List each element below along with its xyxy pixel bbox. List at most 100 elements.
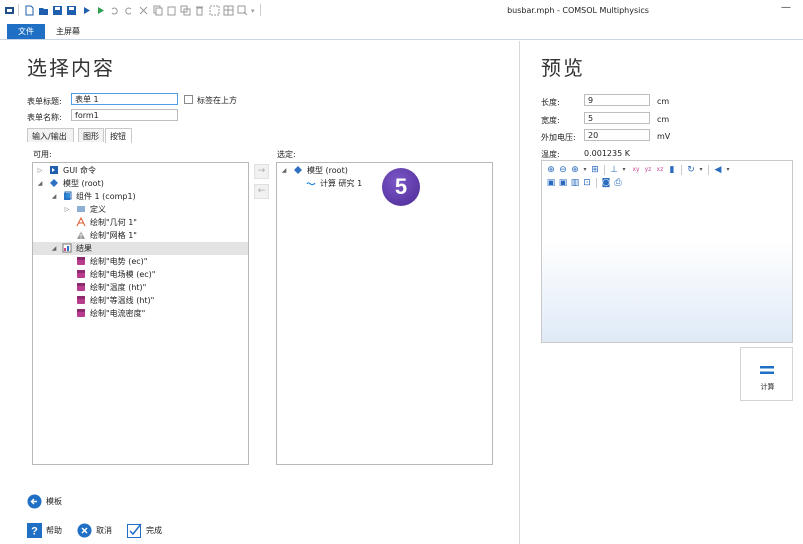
cancel-button[interactable]: 取消 <box>77 523 122 539</box>
graphics-window[interactable]: ⊕ ⊖ ⊕ ▾ ⊞ ⊥ ▾ xy yz xz ▮ ↻ ▾ ◀ ▾ ▣ ▣ ▥ ⊡… <box>541 160 793 343</box>
length-unit: cm <box>657 97 670 106</box>
paste-icon[interactable] <box>166 5 177 16</box>
tab-input-output[interactable]: 输入/输出 <box>27 128 74 142</box>
undo-icon[interactable] <box>109 5 120 16</box>
select-domains-icon[interactable]: ▣ <box>558 178 568 188</box>
form-title-label: 表单标题: <box>27 97 62 106</box>
width-input[interactable]: 5 <box>584 112 650 124</box>
view-xy-icon[interactable]: xy <box>631 165 641 175</box>
wireframe-icon[interactable]: ⊡ <box>582 178 592 188</box>
tree-item-gui-commands[interactable]: ▷ GUI 命令 <box>33 164 248 177</box>
collapse-arrow-icon[interactable]: ◢ <box>280 164 288 177</box>
tab-home[interactable]: 主屏幕 <box>48 24 88 39</box>
help-button[interactable]: ? 帮助 <box>27 523 72 539</box>
tree-item-plot-mesh[interactable]: 绘制"网格 1" <box>33 229 248 242</box>
tree-item-label: 模型 (root) <box>63 179 104 188</box>
cancel-icon <box>77 523 92 538</box>
rotate-icon[interactable]: ↻ <box>686 165 696 175</box>
tree-item-label: 计算 研究 1 <box>320 179 363 188</box>
zoom-dropdown-icon[interactable]: ▾ <box>580 165 590 175</box>
comsol-logo-icon <box>5 7 14 14</box>
preview-title: 预览 <box>541 56 585 80</box>
toolbar-divider <box>604 165 605 175</box>
copy-icon[interactable] <box>152 5 163 16</box>
tabs-on-top-checkbox[interactable] <box>184 95 193 104</box>
camera-icon[interactable]: ◙ <box>601 178 611 188</box>
template-button[interactable]: 模板 <box>27 494 87 510</box>
run-icon[interactable] <box>81 5 92 16</box>
help-icon: ? <box>27 523 42 538</box>
duplicate-icon[interactable] <box>180 5 191 16</box>
delete-icon[interactable] <box>194 5 205 16</box>
move-right-button[interactable]: → <box>254 164 269 179</box>
tree-item-plot-electric-field[interactable]: 绘制"电场模 (ec)" <box>33 268 248 281</box>
preview-icon[interactable] <box>237 5 248 16</box>
expand-arrow-icon[interactable]: ▷ <box>63 203 71 216</box>
minimize-button[interactable]: — <box>778 2 794 18</box>
tab-graphics[interactable]: 图形 <box>78 128 104 142</box>
template-label: 模板 <box>46 497 62 506</box>
tree-item-model-root[interactable]: ◢ 模型 (root) <box>33 177 248 190</box>
view-dropdown-icon[interactable]: ▾ <box>619 165 629 175</box>
grid-icon[interactable] <box>223 5 234 16</box>
toolbar-divider <box>260 4 261 16</box>
compute-study-icon <box>306 182 316 186</box>
length-input[interactable]: 9 <box>584 94 650 106</box>
tree-item-plot-current-density[interactable]: 绘制"电流密度" <box>33 307 248 320</box>
zoom-in-icon[interactable]: ⊕ <box>546 165 556 175</box>
move-left-button[interactable]: ← <box>254 184 269 199</box>
redo-icon[interactable] <box>123 5 134 16</box>
zoom-out-icon[interactable]: ⊖ <box>558 165 568 175</box>
tree-item-plot-isotherms[interactable]: 绘制"等温线 (ht)" <box>33 294 248 307</box>
select-all-icon[interactable] <box>209 5 220 16</box>
collapse-arrow-icon[interactable]: ◢ <box>50 242 58 255</box>
test-run-icon[interactable] <box>95 5 106 16</box>
new-file-icon[interactable] <box>24 5 35 16</box>
tab-file[interactable]: 文件 <box>7 24 45 39</box>
camera-view-icon[interactable]: ▮ <box>667 165 677 175</box>
tree-item-label: 组件 1 (comp1) <box>76 192 136 201</box>
view-xz-icon[interactable]: xz <box>655 165 665 175</box>
temperature-label: 温度: <box>541 150 560 159</box>
plot-group-icon <box>77 270 85 278</box>
save-icon[interactable] <box>52 5 63 16</box>
expand-arrow-icon[interactable]: ▷ <box>36 164 44 177</box>
print-icon[interactable]: ⎙ <box>613 178 623 188</box>
axis-orientation-icon[interactable]: ⊥ <box>609 165 619 175</box>
voltage-label: 外加电压: <box>541 133 576 142</box>
selected-tree[interactable]: ◢ 模型 (root) 计算 研究 1 <box>276 162 493 465</box>
view-yz-icon[interactable]: yz <box>643 165 653 175</box>
form-name-field[interactable]: form1 <box>71 109 178 121</box>
available-label: 可用: <box>33 150 52 159</box>
collapse-arrow-icon[interactable]: ◢ <box>36 177 44 190</box>
rotate-dropdown-icon[interactable]: ▾ <box>696 165 706 175</box>
step-badge: 5 <box>382 168 420 206</box>
available-tree[interactable]: ▷ GUI 命令 ◢ 模型 (root) ◢ 组件 1 (comp1) ▷ 定义… <box>32 162 249 465</box>
save-as-icon[interactable] <box>66 5 77 16</box>
transparency-icon[interactable]: ▥ <box>570 178 580 188</box>
light-icon[interactable]: ◀ <box>713 165 723 175</box>
tree-item-component[interactable]: ◢ 组件 1 (comp1) <box>33 190 248 203</box>
select-boundaries-icon[interactable]: ▣ <box>546 178 556 188</box>
zoom-box-icon[interactable]: ⊕ <box>570 165 580 175</box>
open-folder-icon[interactable] <box>38 5 49 16</box>
light-dropdown-icon[interactable]: ▾ <box>723 165 733 175</box>
ribbon-tab-bar: 文件 主屏幕 <box>0 22 803 40</box>
tree-item-definitions[interactable]: ▷ 定义 <box>33 203 248 216</box>
zoom-extents-icon[interactable]: ⊞ <box>590 165 600 175</box>
tab-buttons[interactable]: 按钮 <box>105 128 132 143</box>
tree-item-plot-geometry[interactable]: 绘制"几何 1" <box>33 216 248 229</box>
tree-item-results[interactable]: ◢ 结果 <box>33 242 248 255</box>
tree-item-label: 绘制"温度 (ht)" <box>90 283 147 292</box>
voltage-input[interactable]: 20 <box>584 129 650 141</box>
tree-item-plot-potential[interactable]: 绘制"电势 (ec)" <box>33 255 248 268</box>
width-label: 宽度: <box>541 116 560 125</box>
form-title-field[interactable]: 表单 1 <box>71 93 178 105</box>
cut-icon[interactable] <box>138 5 149 16</box>
form-name-label: 表单名称: <box>27 113 62 122</box>
done-button[interactable]: 完成 <box>127 523 172 539</box>
compute-button[interactable]: 计算 <box>740 347 793 401</box>
collapse-arrow-icon[interactable]: ◢ <box>50 190 58 203</box>
customize-dropdown-icon[interactable]: ▾ <box>251 7 255 15</box>
tree-item-plot-temperature[interactable]: 绘制"温度 (ht)" <box>33 281 248 294</box>
